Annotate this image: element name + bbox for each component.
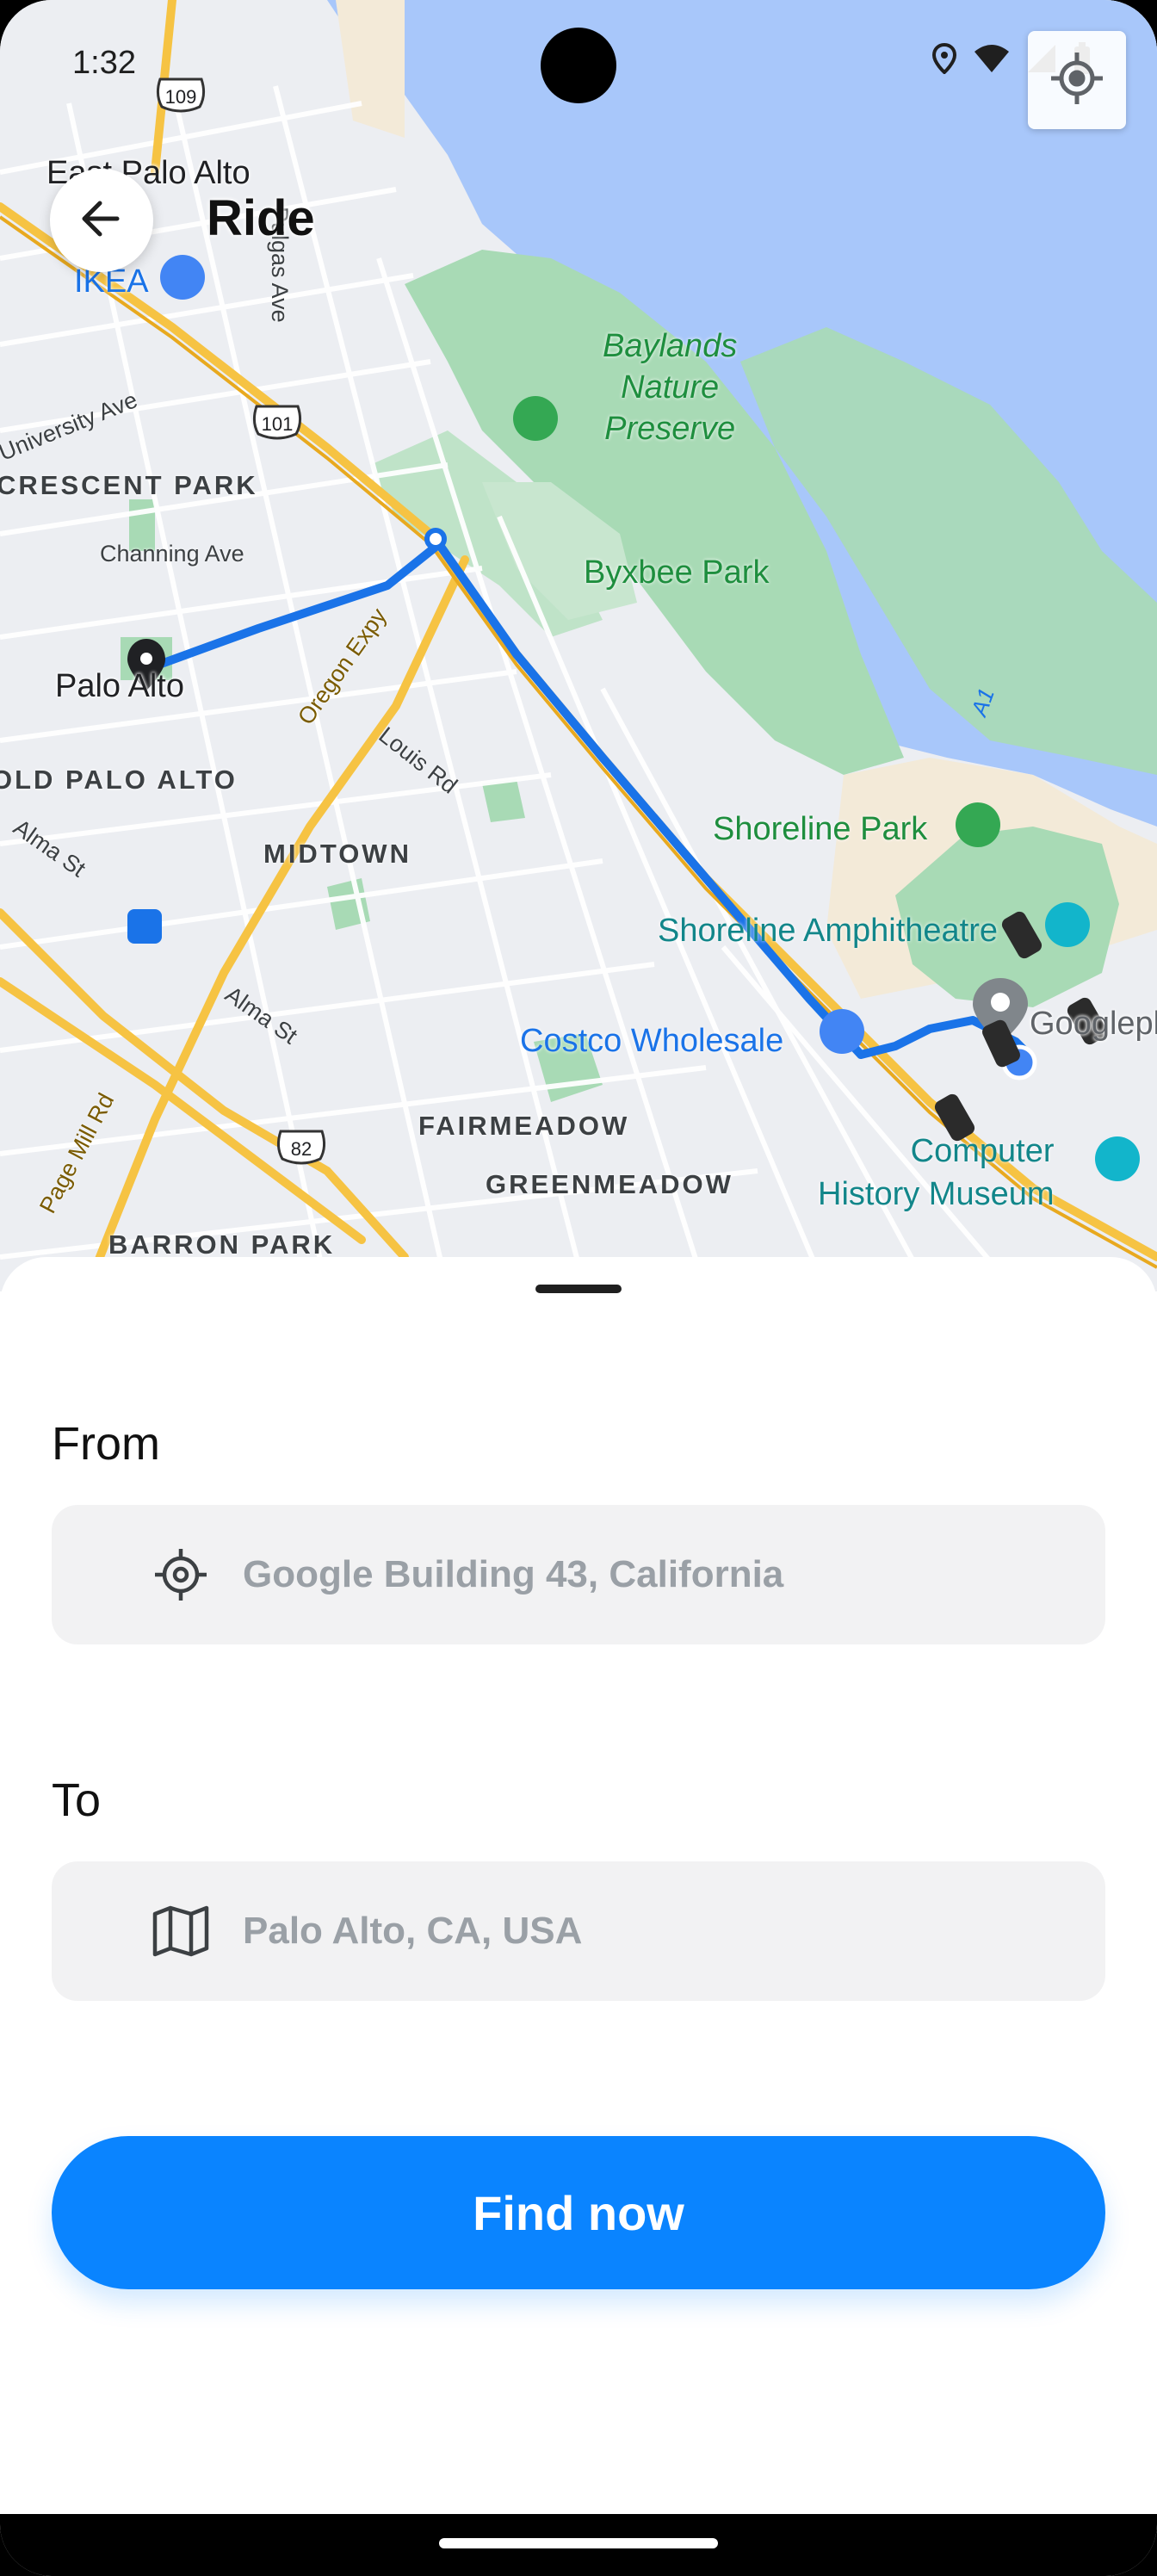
hwy-101-label: 101 <box>262 413 294 435</box>
location-icon <box>931 42 957 78</box>
gps-crosshair-icon <box>1049 51 1104 110</box>
map-label-fairmeadow: FAIRMEADOW <box>418 1111 630 1141</box>
map-label-barron-park: BARRON PARK <box>108 1229 336 1260</box>
map-icon <box>150 1900 212 1962</box>
wifi-icon <box>973 43 1011 78</box>
map-label-costco[interactable]: Costco Wholesale <box>520 1023 783 1060</box>
ride-form-sheet: From To <box>0 1257 1157 2514</box>
map-label-shoreline-park[interactable]: Shoreline Park <box>713 811 927 848</box>
hwy-82-label: 82 <box>291 1138 312 1160</box>
to-field[interactable] <box>52 1861 1105 2001</box>
map-label-greenmeadow: GREENMEADOW <box>486 1169 733 1199</box>
map-label-old-palo-alto: OLD PALO ALTO <box>0 765 238 795</box>
page-title: Ride <box>207 190 315 246</box>
map-label-crescent-park: CRESCENT PARK <box>0 470 258 500</box>
app-screen: 109 101 82 East Palo Alto IKEA Pulgas Av… <box>0 0 1157 2576</box>
map-label-shoreline-amphitheatre[interactable]: Shoreline Amphitheatre <box>658 913 998 950</box>
map-label-channing-ave: Channing Ave <box>100 541 244 567</box>
map-canvas[interactable]: 109 101 82 <box>0 0 1157 1291</box>
status-time: 1:32 <box>72 45 136 81</box>
camera-cutout <box>541 28 616 103</box>
from-label: From <box>52 1418 160 1470</box>
arrow-left-icon <box>77 195 126 247</box>
map-label-googleplex[interactable]: Googleplex <box>1030 1006 1157 1043</box>
map-label-palo-alto: Palo Alto <box>55 668 184 704</box>
to-label: To <box>52 1774 102 1826</box>
map-label-midtown: MIDTOWN <box>263 839 411 869</box>
to-input[interactable] <box>243 1861 1069 2001</box>
back-button[interactable] <box>50 169 153 272</box>
map-label-byxbee-park[interactable]: Byxbee Park <box>584 554 769 591</box>
sheet-drag-handle[interactable] <box>535 1285 622 1293</box>
map-label-baylands[interactable]: Baylands Nature Preserve <box>603 325 737 449</box>
map-label-computer-history-museum[interactable]: Computer History Museum <box>818 1130 1055 1216</box>
home-indicator[interactable] <box>439 2538 718 2548</box>
from-input[interactable] <box>243 1505 1069 1644</box>
map-view[interactable]: 109 101 82 East Palo Alto IKEA Pulgas Av… <box>0 0 1157 1291</box>
gps-target-icon <box>150 1544 212 1606</box>
find-now-button[interactable]: Find now <box>52 2136 1105 2289</box>
from-field[interactable] <box>52 1505 1105 1644</box>
hwy-109-label: 109 <box>165 86 197 108</box>
locate-me-button[interactable] <box>1028 31 1126 129</box>
